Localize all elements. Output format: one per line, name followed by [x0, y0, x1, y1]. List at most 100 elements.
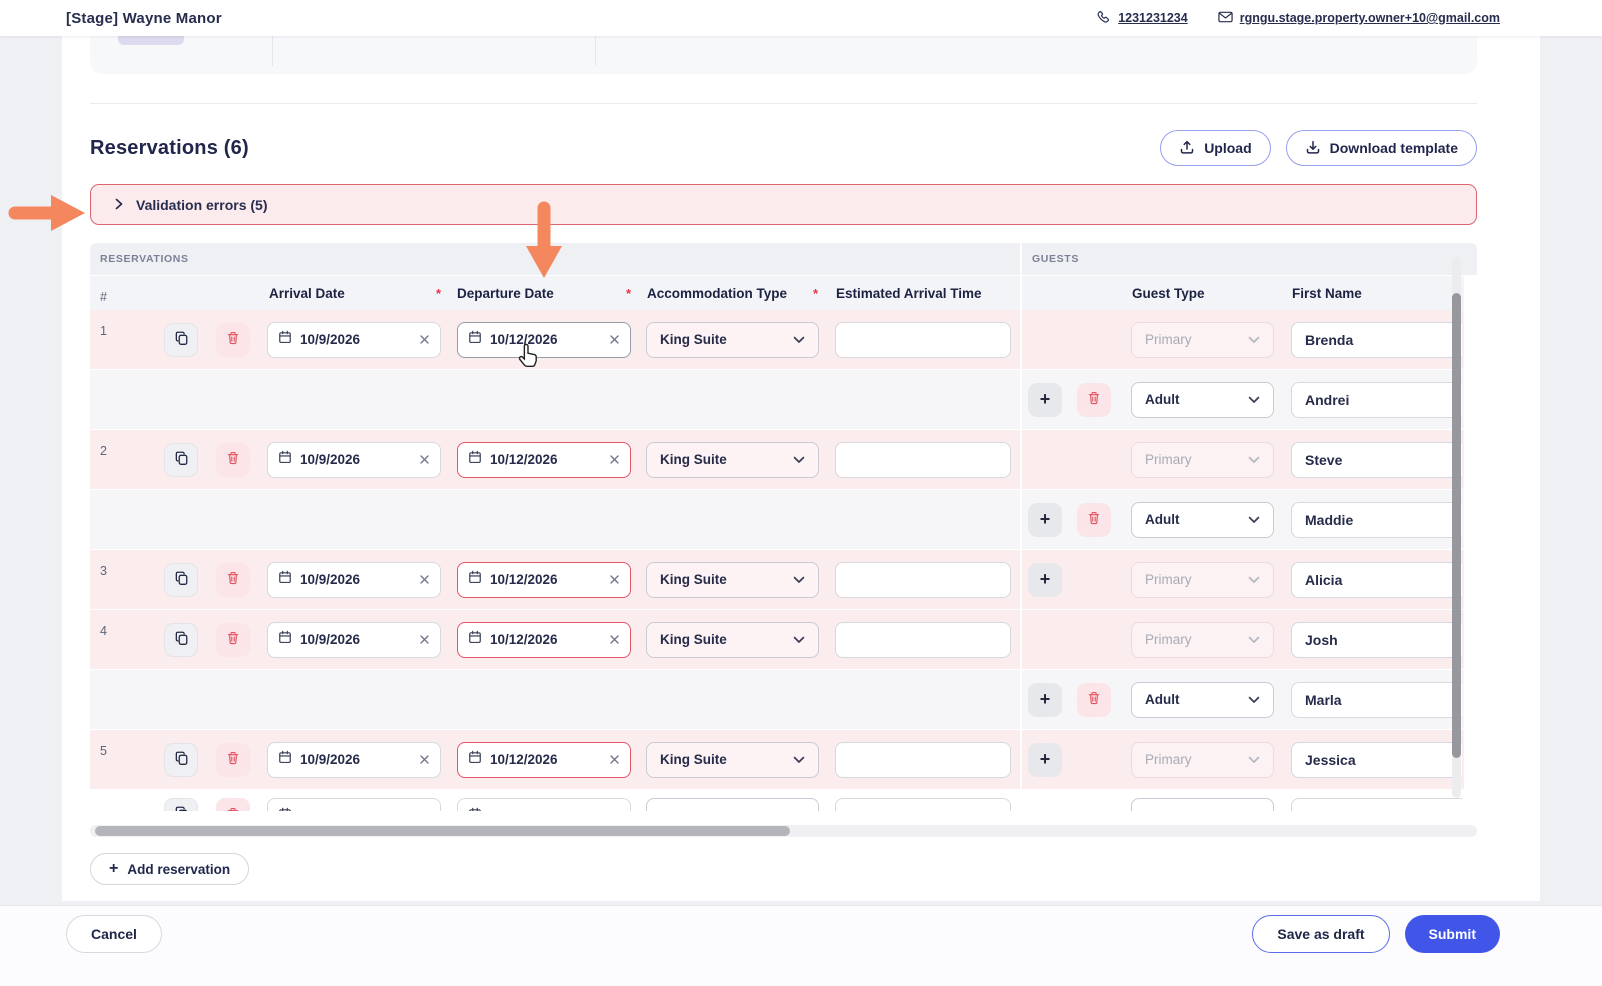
duplicate-reservation-button[interactable] — [164, 623, 198, 657]
chevron-down-icon — [1248, 391, 1260, 409]
first-name-input[interactable]: Josh — [1291, 622, 1462, 658]
clear-date-button[interactable] — [609, 454, 620, 465]
duplicate-reservation-button[interactable] — [164, 323, 198, 357]
date-input[interactable] — [457, 798, 631, 812]
add-guest-button[interactable]: + — [1028, 503, 1062, 537]
guest-type-select[interactable]: Adult — [1131, 682, 1274, 718]
vertical-scrollbar-thumb[interactable] — [1452, 293, 1461, 758]
clear-date-button[interactable] — [419, 574, 430, 585]
duplicate-reservation-button[interactable] — [164, 443, 198, 477]
first-name-input[interactable]: Alicia — [1291, 562, 1462, 598]
date-value: 10/9/2026 — [300, 332, 411, 347]
accommodation-type-select[interactable] — [646, 798, 819, 812]
date-input[interactable]: 10/12/2026 — [457, 742, 631, 778]
clear-date-button[interactable] — [419, 634, 430, 645]
first-name-input[interactable]: Jessica — [1291, 742, 1462, 778]
table-cell — [207, 798, 259, 812]
delete-button[interactable] — [216, 323, 250, 357]
accommodation-type-select[interactable]: King Suite — [646, 742, 819, 778]
horizontal-scrollbar-thumb[interactable] — [95, 826, 790, 836]
accommodation-type-select[interactable]: King Suite — [646, 622, 819, 658]
add-guest-button[interactable]: + — [1028, 563, 1062, 597]
duplicate-reservation-button[interactable] — [164, 743, 198, 777]
clear-date-button[interactable] — [609, 574, 620, 585]
table-cell — [259, 490, 449, 549]
first-name-input[interactable]: Andrei — [1291, 382, 1462, 418]
clear-date-button[interactable] — [609, 634, 620, 645]
delete-button[interactable] — [216, 798, 250, 812]
date-input[interactable]: 10/9/2026 — [267, 322, 441, 358]
first-name-input[interactable]: Marla — [1291, 682, 1462, 718]
guest-type-select[interactable]: Adult — [1131, 502, 1274, 538]
estimated-arrival-time-input[interactable] — [835, 798, 1011, 812]
delete-button[interactable] — [216, 743, 250, 777]
delete-button[interactable] — [216, 443, 250, 477]
date-input[interactable]: 10/12/2026 — [457, 442, 631, 478]
email-link[interactable]: rgngu.stage.property.owner+10@gmail.com — [1218, 11, 1500, 26]
validation-errors-banner[interactable]: Validation errors (5) — [90, 184, 1477, 225]
date-input[interactable]: 10/12/2026 — [457, 622, 631, 658]
add-guest-button[interactable]: + — [1028, 383, 1062, 417]
download-template-button[interactable]: Download template — [1286, 130, 1477, 166]
date-input[interactable]: 10/12/2026 — [457, 562, 631, 598]
chevron-down-icon — [793, 331, 805, 349]
copy-icon — [174, 631, 189, 649]
first-name-input[interactable] — [1291, 798, 1462, 812]
submit-button[interactable]: Submit — [1405, 915, 1500, 953]
table-cell: Primary — [1120, 550, 1285, 609]
clear-date-button[interactable] — [609, 754, 620, 765]
table-cell — [1022, 430, 1068, 489]
clear-date-button[interactable] — [419, 334, 430, 345]
date-input[interactable]: 10/9/2026 — [267, 622, 441, 658]
add-guest-button[interactable]: + — [1028, 683, 1062, 717]
accommodation-type-select[interactable]: King Suite — [646, 442, 819, 478]
guest-type-select[interactable]: Adult — [1131, 382, 1274, 418]
accommodation-type-select[interactable]: King Suite — [646, 322, 819, 358]
date-input[interactable]: 10/12/2026 — [457, 322, 631, 358]
estimated-arrival-time-input[interactable] — [835, 322, 1011, 358]
duplicate-reservation-button[interactable] — [164, 798, 198, 812]
select-value: Primary — [1145, 632, 1248, 647]
guest-type-select[interactable] — [1131, 798, 1274, 812]
table-body: 110/9/202610/12/2026King SuitePrimaryBre… — [90, 310, 1477, 812]
date-input[interactable]: 10/9/2026 — [267, 442, 441, 478]
add-guest-button[interactable]: + — [1028, 743, 1062, 777]
date-value: 10/12/2026 — [490, 452, 601, 467]
clear-date-button[interactable] — [609, 334, 620, 345]
table-cell: Alicia — [1285, 550, 1462, 609]
duplicate-reservation-button[interactable] — [164, 563, 198, 597]
upload-button[interactable]: Upload — [1160, 130, 1270, 166]
date-input[interactable]: 10/9/2026 — [267, 742, 441, 778]
delete-button[interactable] — [1077, 683, 1111, 717]
estimated-arrival-time-input[interactable] — [835, 622, 1011, 658]
first-name-input[interactable]: Maddie — [1291, 502, 1462, 538]
guests-section: + Adult Andrei — [1020, 370, 1462, 429]
date-input[interactable]: 10/9/2026 — [267, 562, 441, 598]
estimated-arrival-time-input[interactable] — [835, 442, 1011, 478]
delete-button[interactable] — [216, 623, 250, 657]
delete-button[interactable] — [1077, 503, 1111, 537]
select-value: King Suite — [660, 572, 793, 587]
table-cell — [155, 798, 207, 812]
clear-date-button[interactable] — [419, 754, 430, 765]
estimated-arrival-time-input[interactable] — [835, 562, 1011, 598]
cancel-button[interactable]: Cancel — [66, 915, 162, 953]
date-input[interactable] — [267, 798, 441, 812]
vertical-scrollbar[interactable] — [1452, 257, 1461, 798]
delete-button[interactable] — [1077, 383, 1111, 417]
first-name-input[interactable]: Steve — [1291, 442, 1462, 478]
save-as-draft-button[interactable]: Save as draft — [1252, 915, 1389, 953]
date-value: 10/9/2026 — [300, 752, 411, 767]
delete-button[interactable] — [216, 563, 250, 597]
reservation-row: 510/9/202610/12/2026King Suite+PrimaryJe… — [90, 730, 1464, 790]
clear-date-button[interactable] — [419, 454, 430, 465]
horizontal-scrollbar[interactable] — [90, 825, 1477, 837]
clear-date-button[interactable] — [419, 811, 430, 813]
calendar-icon — [468, 330, 482, 349]
first-name-input[interactable]: Brenda — [1291, 322, 1462, 358]
accommodation-type-select[interactable]: King Suite — [646, 562, 819, 598]
phone-link[interactable]: 1231231234 — [1097, 10, 1188, 27]
clear-date-button[interactable] — [609, 811, 620, 813]
add-reservation-button[interactable]: + Add reservation — [90, 853, 249, 885]
estimated-arrival-time-input[interactable] — [835, 742, 1011, 778]
